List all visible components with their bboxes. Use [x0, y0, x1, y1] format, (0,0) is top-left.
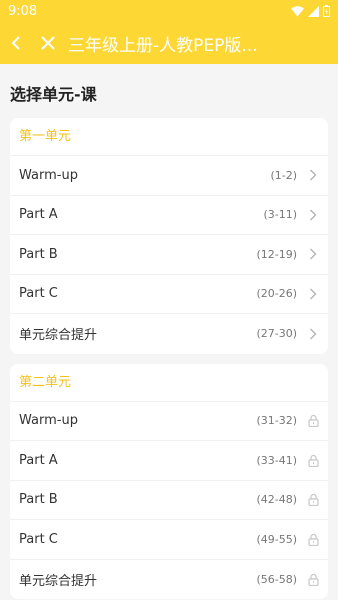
lesson-pages: (42-48)	[256, 493, 297, 507]
wifi-icon	[291, 5, 304, 16]
unit-list: 第一单元 Warm-up (1-2) Part A (3-11) Part B (12-19…	[0, 118, 338, 599]
lesson-pages: (3-11)	[263, 208, 297, 222]
lesson-row[interactable]: Part A (3-11)	[10, 196, 328, 235]
lesson-pages: (56-58)	[256, 572, 297, 586]
close-button[interactable]	[32, 22, 64, 64]
lesson-label: Warm-up	[19, 167, 78, 183]
status-icons	[291, 5, 330, 17]
lesson-row[interactable]: 单元综合提升 (56-58)	[10, 560, 328, 600]
lesson-row[interactable]: Part B (42-48)	[10, 481, 328, 520]
chevron-right-icon	[307, 247, 319, 261]
battery-icon	[323, 5, 330, 17]
lesson-pages: (1-2)	[270, 168, 297, 182]
lesson-label: Part C	[19, 531, 58, 547]
lesson-row[interactable]: Part C (49-55)	[10, 520, 328, 560]
lesson-row[interactable]: Part B (12-19)	[10, 235, 328, 275]
chevron-right-icon	[307, 168, 319, 182]
section-title: 选择单元-课	[10, 85, 97, 104]
lesson-row[interactable]: Warm-up (1-2)	[10, 156, 328, 196]
lock-icon	[307, 414, 319, 428]
chevron-right-icon	[307, 208, 319, 222]
lesson-pages: (27-30)	[256, 327, 297, 341]
app-header: 三年级上册-人教PEP版...	[0, 22, 338, 64]
lesson-label: 单元综合提升	[19, 328, 98, 344]
chevron-right-icon	[307, 287, 319, 301]
lesson-label: Part B	[19, 246, 58, 262]
lesson-label: Warm-up	[19, 413, 78, 429]
unit-card: 第二单元 Warm-up (31-32) Part A (33-41) Part B (42…	[10, 363, 328, 600]
lesson-label: Part A	[19, 452, 58, 468]
lesson-pages: (12-19)	[256, 247, 297, 261]
lesson-pages: (31-32)	[256, 414, 297, 428]
lesson-label: Part A	[19, 207, 58, 223]
lock-icon	[307, 493, 319, 507]
chevron-right-icon	[307, 327, 319, 341]
lesson-row[interactable]: 单元综合提升 (27-30)	[10, 314, 328, 354]
unit-title: 第一单元	[10, 118, 328, 156]
status-time: 9:08	[8, 3, 38, 19]
lesson-label: 单元综合提升	[19, 573, 98, 589]
cellular-signal-icon	[308, 5, 319, 17]
page-title: 三年级上册-人教PEP版...	[68, 35, 258, 56]
lesson-label: Part C	[19, 286, 58, 302]
status-bar: 9:08	[0, 0, 338, 22]
lesson-pages: (33-41)	[256, 453, 297, 467]
lesson-label: Part B	[19, 492, 58, 508]
lock-icon	[307, 572, 319, 586]
close-icon	[41, 36, 55, 50]
unit-title: 第二单元	[10, 364, 328, 402]
lock-icon	[307, 453, 319, 467]
lesson-row[interactable]: Warm-up (31-32)	[10, 402, 328, 441]
lock-icon	[307, 532, 319, 546]
lesson-pages: (20-26)	[256, 287, 297, 301]
back-button[interactable]	[0, 22, 32, 64]
lesson-row[interactable]: Part C (20-26)	[10, 275, 328, 314]
lesson-pages: (49-55)	[256, 532, 297, 546]
lesson-row[interactable]: Part A (33-41)	[10, 441, 328, 481]
chevron-left-icon	[11, 36, 20, 50]
unit-card: 第一单元 Warm-up (1-2) Part A (3-11) Part B (12-19…	[10, 118, 328, 354]
